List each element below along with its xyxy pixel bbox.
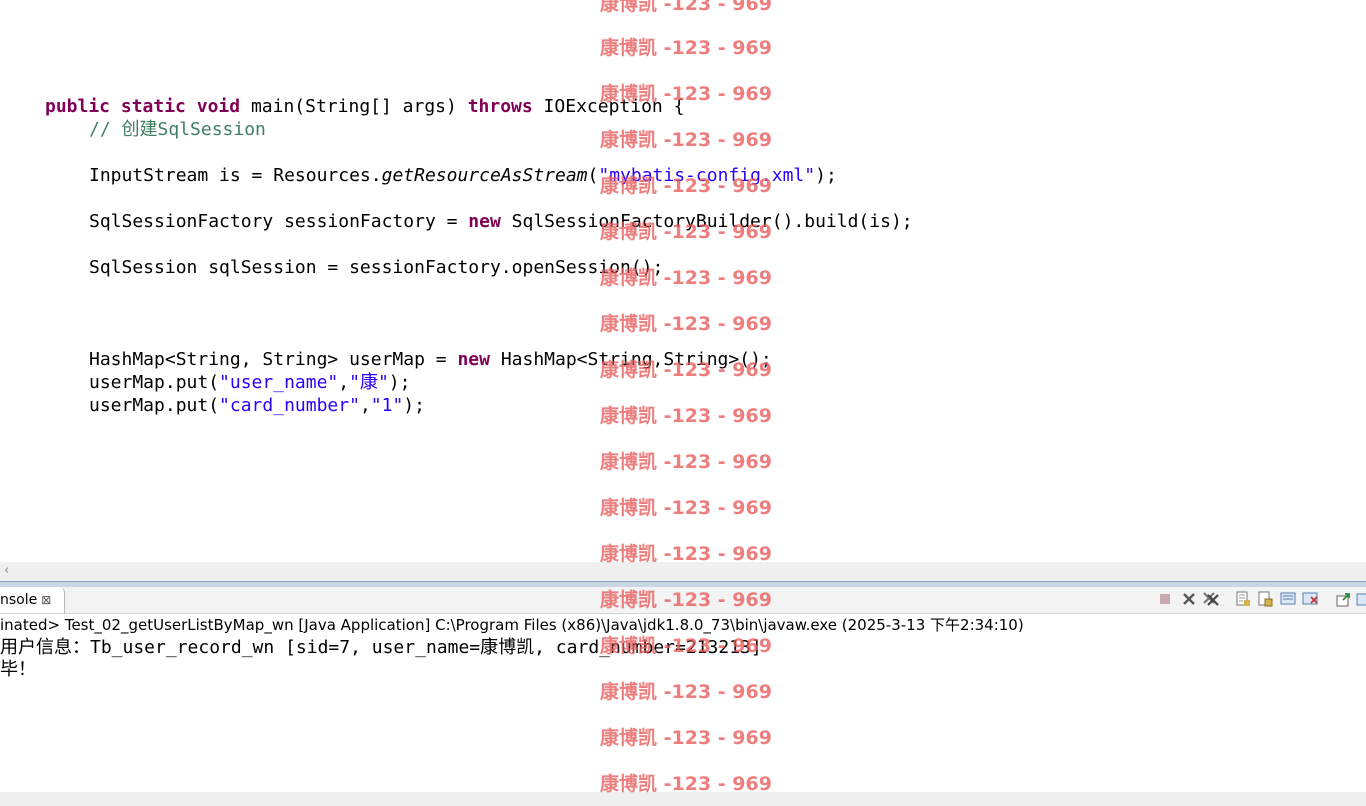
pin-console-icon[interactable]	[1334, 590, 1352, 608]
console-output-line: 用户信息：Tb_user_record_wn [sid=7, user_name…	[0, 637, 762, 658]
code-text: );	[388, 372, 411, 393]
code-text: SqlSessionFactoryBuilder().build(is);	[500, 211, 913, 232]
code-text: InputStream is = Resources.	[89, 165, 382, 186]
keyword: throws	[467, 96, 533, 117]
code-line-8: userMap.put("card_number","1");	[89, 394, 425, 417]
code-comment: // 创建SqlSession	[89, 119, 266, 140]
string-literal: "mybatis-config.xml"	[598, 165, 816, 186]
code-text: userMap.put(	[89, 372, 220, 393]
code-editor[interactable]: public static void main(String[] args) t…	[0, 0, 1366, 562]
code-line-1: public static void main(String[] args) t…	[45, 95, 684, 118]
clear-console-icon[interactable]	[1234, 590, 1252, 608]
display-selected-console-icon[interactable]	[1354, 590, 1366, 608]
close-icon[interactable]: ⊠	[41, 593, 51, 607]
keyword: void	[196, 96, 241, 117]
code-text: SqlSessionFactory sessionFactory =	[89, 211, 469, 232]
code-text: HashMap<String, String> userMap =	[89, 349, 458, 370]
string-literal: "card_number"	[219, 395, 360, 416]
remove-all-icon[interactable]	[1202, 590, 1220, 608]
show-on-output-icon[interactable]	[1280, 590, 1298, 608]
code-text: IOException {	[532, 96, 685, 117]
code-text: );	[403, 395, 425, 416]
keyword: public	[45, 96, 111, 117]
console-horizontal-scrollbar[interactable]	[0, 792, 1366, 806]
string-literal: "康"	[349, 372, 389, 393]
code-line-3: InputStream is = Resources.getResourceAs…	[89, 164, 837, 187]
code-text: (	[587, 165, 599, 186]
code-text: SqlSession sqlSession = sessionFactory.o…	[89, 257, 664, 278]
method-call: getResourceAsStream	[381, 165, 588, 186]
code-text: );	[815, 165, 837, 186]
tab-console-label: nsole	[0, 592, 38, 608]
code-line-7: userMap.put("user_name","康");	[89, 371, 410, 394]
console-output-line: 毕！	[0, 659, 36, 680]
remove-launch-icon[interactable]	[1180, 590, 1198, 608]
string-literal: "1"	[370, 395, 404, 416]
keyword: static	[120, 96, 186, 117]
console-output[interactable]: 用户信息：Tb_user_record_wn [sid=7, user_name…	[0, 636, 1366, 792]
code-line-4: SqlSessionFactory sessionFactory = new S…	[89, 210, 913, 233]
scroll-lock-icon[interactable]	[1256, 590, 1274, 608]
show-on-error-icon[interactable]	[1302, 590, 1320, 608]
code-text: ,	[359, 395, 371, 416]
tab-console[interactable]: nsole ⊠	[0, 587, 65, 613]
console-tab-bar: nsole ⊠	[0, 587, 1366, 614]
code-text: ,	[338, 372, 350, 393]
code-text: main(String[] args)	[240, 96, 468, 117]
string-literal: "user_name"	[219, 372, 339, 393]
console-process-status: inated> Test_02_getUserListByMap_wn [Jav…	[0, 614, 1366, 637]
editor-horizontal-scrollbar[interactable]: ‹	[0, 562, 1366, 581]
terminate-icon[interactable]	[1156, 590, 1174, 608]
code-line-6: HashMap<String, String> userMap = new Ha…	[89, 348, 772, 371]
code-line-5: SqlSession sqlSession = sessionFactory.o…	[89, 256, 663, 279]
code-text: userMap.put(	[89, 395, 220, 416]
keyword: new	[468, 211, 501, 232]
code-line-2: // 创建SqlSession	[89, 118, 266, 141]
scroll-left-arrow-icon[interactable]: ‹	[4, 563, 9, 578]
keyword: new	[457, 349, 490, 370]
code-text: HashMap<String,String>();	[489, 349, 772, 370]
